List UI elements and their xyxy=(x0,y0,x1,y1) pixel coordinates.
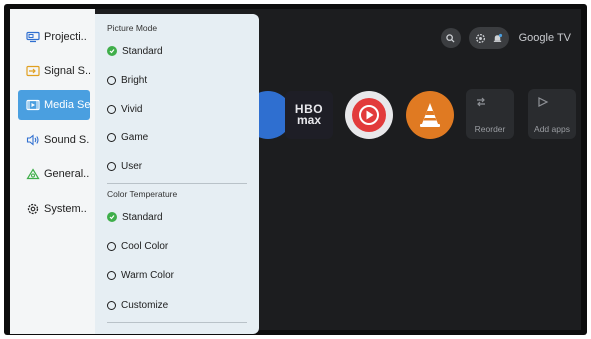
picture-mode-option[interactable]: Game xyxy=(107,128,148,146)
sidebar-item-system[interactable]: System.. xyxy=(18,194,90,224)
app-youtube-music[interactable] xyxy=(345,91,393,139)
check-circle-icon xyxy=(107,212,117,222)
gear-icon xyxy=(475,33,485,43)
sidebar-item-label: Projecti.. xyxy=(44,31,87,43)
sidebar-item-label: System.. xyxy=(44,203,87,215)
color-temperature-option[interactable]: Cool Color xyxy=(107,237,168,255)
top-right-controls: Google TV xyxy=(440,27,571,49)
signal-source-icon xyxy=(26,65,40,77)
settings-notifications-pill[interactable] xyxy=(468,27,509,49)
radio-icon xyxy=(107,161,116,171)
bell-icon xyxy=(493,33,502,42)
app-hbo-max[interactable]: HBO max xyxy=(285,91,333,139)
media-icon xyxy=(26,99,40,111)
color-temperature-option[interactable]: Warm Color xyxy=(107,266,174,284)
radio-icon xyxy=(107,241,116,251)
option-label: Cool Color xyxy=(121,240,169,252)
option-label: Vivid xyxy=(121,103,143,115)
radio-icon xyxy=(107,300,116,310)
settings-category-sidebar: Projecti.. Signal S.. Media Se Sound S..… xyxy=(10,9,95,334)
speaker-icon xyxy=(26,134,39,146)
option-label: User xyxy=(121,160,143,172)
youtube-music-icon xyxy=(352,98,386,132)
color-temperature-option[interactable]: Standard xyxy=(107,208,163,226)
projection-icon xyxy=(26,31,40,43)
google-tv-brand: Google TV xyxy=(518,32,571,44)
picture-mode-option[interactable]: Vivid xyxy=(107,100,143,118)
media-settings-panel: Picture Mode Standard Bright Vivid Game … xyxy=(95,14,259,334)
add-apps-tile[interactable]: Add apps xyxy=(528,89,576,139)
sidebar-item-projection[interactable]: Projecti.. xyxy=(18,22,90,52)
picture-mode-option[interactable]: User xyxy=(107,157,142,175)
search-icon xyxy=(446,33,455,43)
section-divider xyxy=(107,183,247,184)
reorder-label: Reorder xyxy=(474,124,506,134)
sidebar-item-media[interactable]: Media Se xyxy=(18,90,90,120)
max-text: max xyxy=(296,113,321,127)
add-apps-label: Add apps xyxy=(534,124,570,134)
radio-icon xyxy=(107,75,116,85)
color-temperature-title: Color Temperature xyxy=(107,189,178,199)
section-divider xyxy=(107,322,247,323)
radio-icon xyxy=(107,104,116,114)
option-label: Standard xyxy=(122,211,163,223)
vlc-cone-icon xyxy=(420,103,440,127)
app-vlc[interactable] xyxy=(406,91,454,139)
picture-mode-option[interactable]: Standard xyxy=(107,42,163,60)
option-label: Standard xyxy=(122,45,163,57)
sidebar-item-sound[interactable]: Sound S.. xyxy=(18,125,90,155)
radio-icon xyxy=(107,270,116,280)
option-label: Warm Color xyxy=(121,269,174,281)
general-icon xyxy=(26,168,40,180)
sidebar-item-signal-source[interactable]: Signal S.. xyxy=(18,56,90,86)
check-circle-icon xyxy=(107,46,117,56)
add-apps-icon xyxy=(538,97,549,107)
search-button[interactable] xyxy=(440,28,461,48)
option-label: Game xyxy=(121,131,149,143)
sidebar-item-label: General.. xyxy=(44,168,90,180)
picture-mode-title: Picture Mode xyxy=(107,23,158,33)
reorder-icon xyxy=(477,97,485,107)
sidebar-item-general[interactable]: General.. xyxy=(18,159,90,189)
gear-icon xyxy=(27,203,39,215)
picture-mode-option[interactable]: Bright xyxy=(107,71,147,89)
option-label: Customize xyxy=(121,299,169,311)
option-label: Bright xyxy=(121,74,148,86)
sidebar-item-label: Sound S.. xyxy=(44,134,90,146)
sidebar-item-label: Media Se xyxy=(44,99,90,111)
radio-icon xyxy=(107,132,116,142)
color-temperature-option[interactable]: Customize xyxy=(107,296,168,314)
reorder-tile[interactable]: Reorder xyxy=(466,89,514,139)
sidebar-item-label: Signal S.. xyxy=(44,65,90,77)
